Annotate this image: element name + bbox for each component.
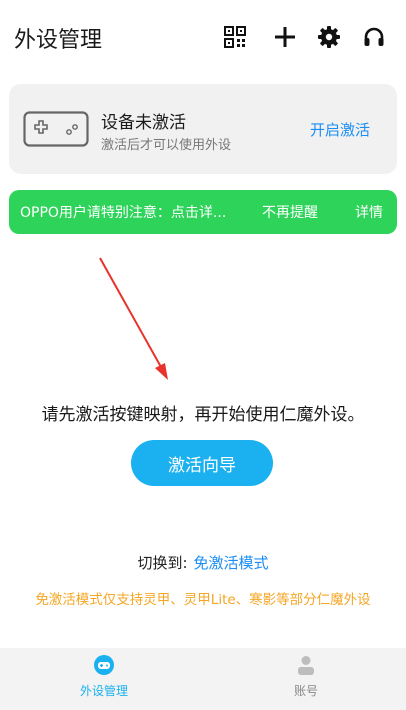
activation-instruction: 请先激活按键映射，再开始使用仁魔外设。 [41,405,365,425]
annotation-arrow [99,257,168,380]
nav-item-device-management[interactable]: 外设管理 [44,654,164,699]
mode-switch-row: 切换到: 免激活模式 [0,552,406,573]
gear-icon[interactable] [316,24,342,50]
activation-status-subtitle: 激活后才可以使用外设 [101,138,232,153]
start-activation-link[interactable]: 开启激活 [310,119,370,140]
nav-label-account: 账号 [293,684,318,698]
activation-card: 设备未激活 激活后才可以使用外设 开启激活 [9,84,397,174]
activation-free-mode-link[interactable]: 免激活模式 [194,554,269,572]
switch-label: 切换到: [137,554,188,572]
nav-item-account[interactable]: 账号 [246,654,366,699]
oppo-notice-banner: OPPO用户请特别注意：点击详... 不再提醒 详情 [9,190,397,234]
qr-code-icon[interactable] [222,24,248,50]
gamepad-icon [23,111,89,147]
notice-text[interactable]: OPPO用户请特别注意：点击详... [20,202,226,222]
page-title: 外设管理 [14,28,103,53]
user-icon [298,656,314,675]
activation-guide-button[interactable]: 激活向导 [131,440,273,486]
dismiss-notice-button[interactable]: 不再提醒 [262,202,318,222]
app-header: 外设管理 [0,0,406,78]
mode-support-note: 免激活模式仅支持灵甲、灵甲Lite、寒影等部分仁魔外设 [35,592,371,608]
bottom-nav: 外设管理 账号 [0,648,406,710]
headset-icon[interactable] [361,24,387,50]
nav-label-device-management: 外设管理 [79,684,128,698]
notice-details-button[interactable]: 详情 [355,202,383,222]
activation-status-title: 设备未激活 [101,113,186,133]
gamepad-icon [94,655,114,675]
plus-icon[interactable] [272,24,298,50]
